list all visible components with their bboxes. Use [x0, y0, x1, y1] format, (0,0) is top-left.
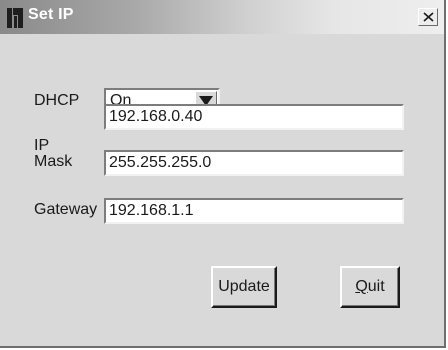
quit-mnemonic: Q: [355, 278, 368, 295]
close-icon: [423, 12, 434, 22]
mask-field[interactable]: 255.255.255.0: [104, 150, 404, 176]
close-button[interactable]: [418, 8, 438, 26]
window-title: Set IP: [28, 6, 74, 23]
set-ip-dialog: Set IP DHCP On IP 192.168.0.40 Mask 255.…: [0, 0, 446, 348]
mask-label: Mask: [34, 153, 73, 170]
update-button[interactable]: Update: [211, 266, 277, 308]
gateway-field[interactable]: 192.168.1.1: [104, 198, 404, 224]
quit-label-rest: uit: [367, 278, 385, 295]
dhcp-label: DHCP: [34, 92, 80, 109]
title-bar[interactable]: Set IP: [0, 0, 444, 34]
quit-button-label: Quit: [355, 278, 384, 296]
update-button-label: Update: [218, 278, 270, 295]
ip-field[interactable]: 192.168.0.40: [104, 104, 404, 130]
quit-button[interactable]: Quit: [340, 266, 400, 308]
kramer-logo-icon: [6, 7, 24, 29]
gateway-label: Gateway: [34, 201, 98, 218]
